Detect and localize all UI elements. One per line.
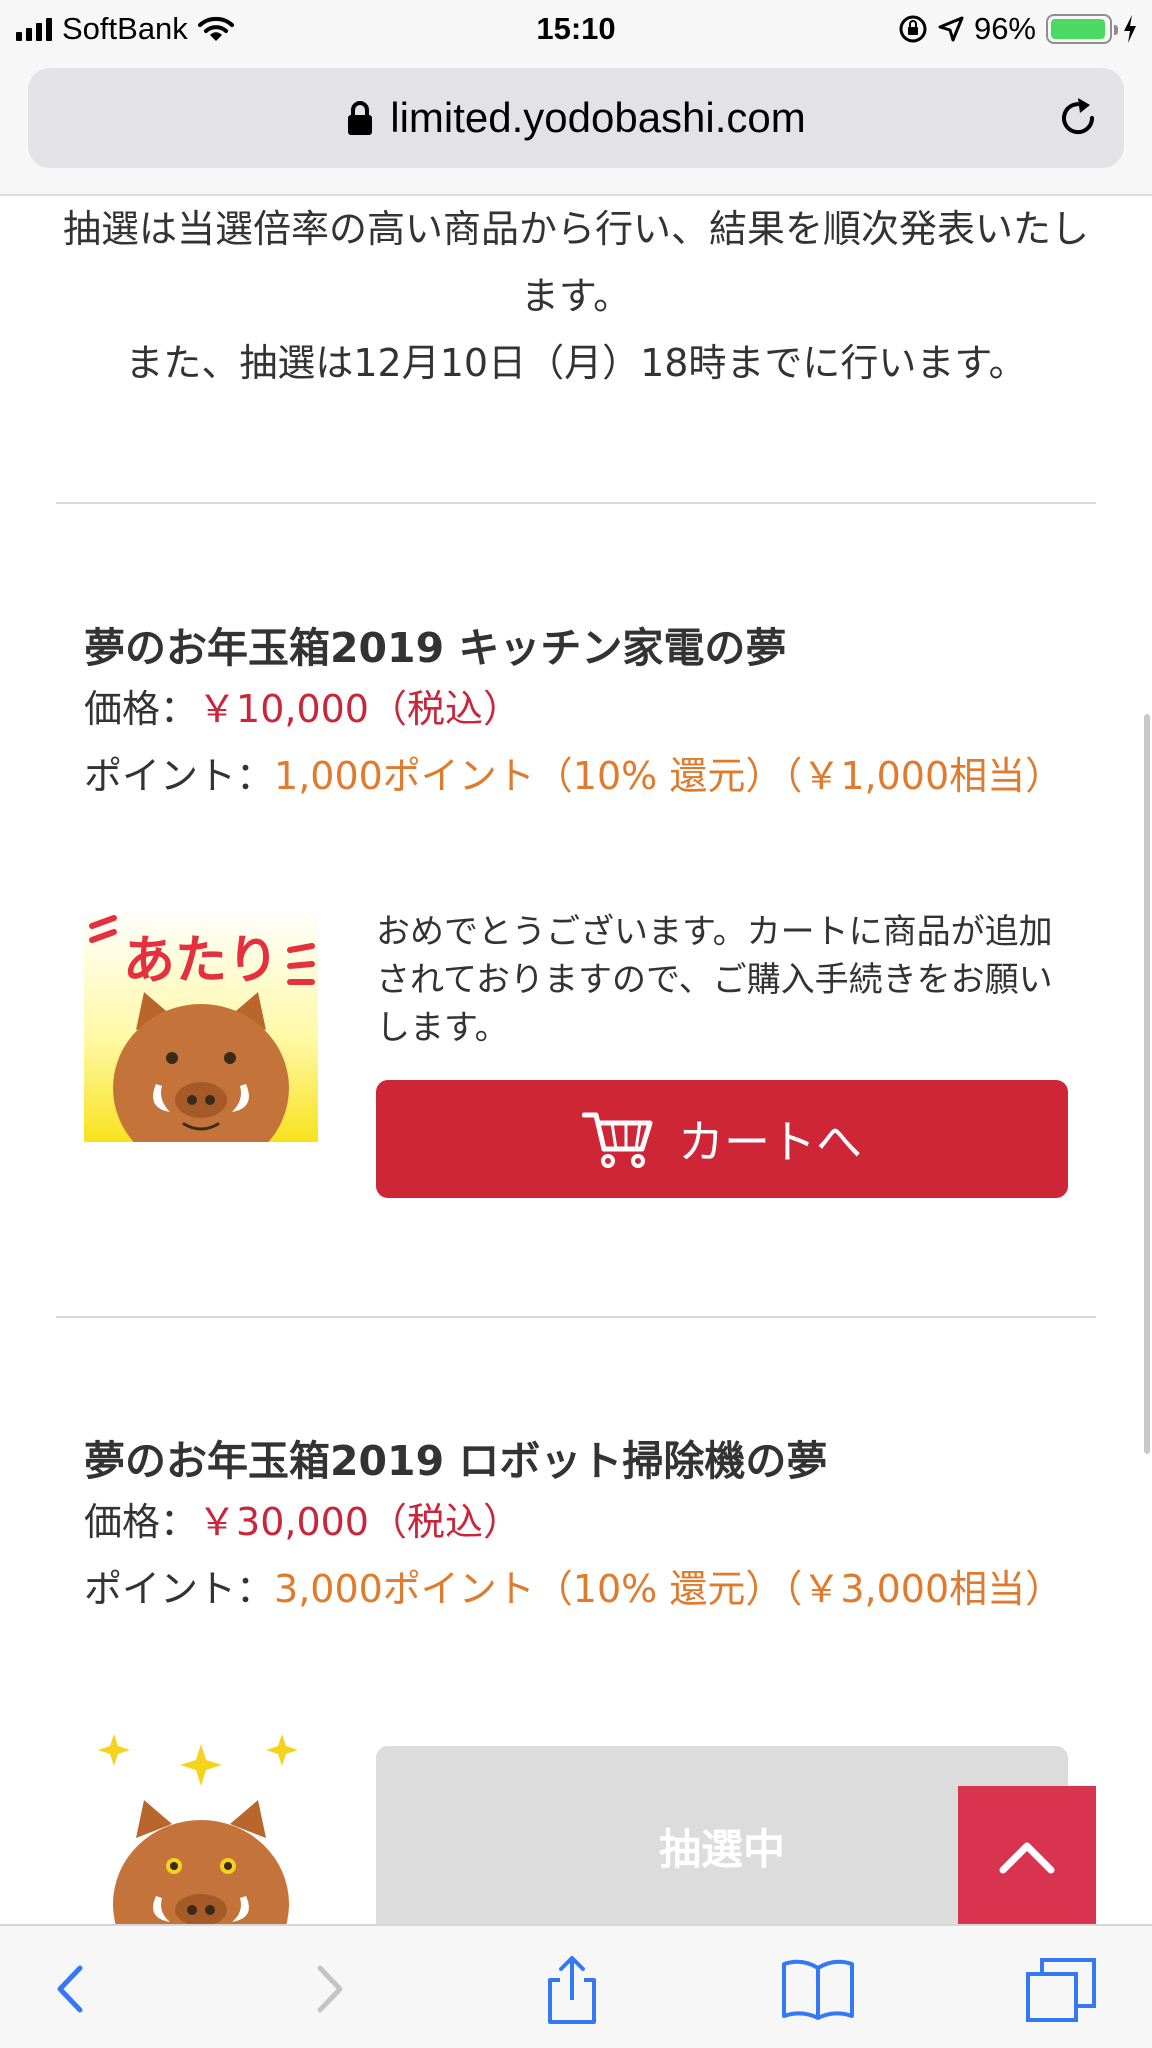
browser-toolbar xyxy=(0,1924,1152,2048)
notice-line-2: また、抽選は12月10日（月）18時までに行います。 xyxy=(125,341,1027,385)
go-to-cart-button[interactable]: カートへ xyxy=(376,1080,1068,1198)
points-label: ポイント： xyxy=(84,1567,275,1611)
product-price-line: 価格：￥10,000（税込） xyxy=(84,676,1084,743)
points-label: ポイント： xyxy=(84,754,275,798)
price-label: 価格： xyxy=(84,687,199,731)
location-arrow-icon xyxy=(938,16,964,42)
sparkle-boar-image xyxy=(98,1734,298,1924)
product-title: 夢のお年玉箱2019 キッチン家電の夢 xyxy=(84,624,787,672)
product-price: ￥10,000（税込） xyxy=(198,687,521,731)
scroll-to-top-button[interactable] xyxy=(958,1786,1096,1926)
book-icon[interactable] xyxy=(780,1954,856,2024)
share-icon[interactable] xyxy=(534,1954,610,2024)
battery-icon xyxy=(1046,14,1118,44)
divider xyxy=(56,502,1096,504)
tabs-icon[interactable] xyxy=(1024,1954,1100,2024)
browser-address-area: limited.yodobashi.com xyxy=(0,58,1152,196)
product-item: 夢のお年玉箱2019 ロボット掃除機の夢 価格：￥30,000（税込） ポイント… xyxy=(84,1433,1084,1623)
reload-icon[interactable] xyxy=(1054,94,1102,142)
product-item: 夢のお年玉箱2019 キッチン家電の夢 価格：￥10,000（税込） ポイント：… xyxy=(84,620,1084,810)
price-label: 価格： xyxy=(84,1500,199,1544)
page-scrollbar[interactable] xyxy=(1144,714,1150,1454)
product-title: 夢のお年玉箱2019 ロボット掃除機の夢 xyxy=(84,1437,828,1485)
product-price: ￥30,000（税込） xyxy=(198,1500,521,1544)
win-image-text: あたり xyxy=(123,931,279,991)
product-price-line: 価格：￥30,000（税込） xyxy=(84,1489,1084,1556)
lottery-result-pending: 抽選中 xyxy=(84,1734,1084,1924)
address-bar[interactable]: limited.yodobashi.com xyxy=(28,68,1124,168)
orientation-lock-icon xyxy=(899,15,927,43)
status-right: 96% xyxy=(898,8,1138,50)
lock-icon xyxy=(348,101,373,135)
url-text: limited.yodobashi.com xyxy=(390,94,806,141)
divider xyxy=(56,1316,1096,1318)
charging-bolt-icon xyxy=(1124,15,1136,43)
status-bar: SoftBank 15:10 96% xyxy=(0,0,1152,58)
chevron-up-icon xyxy=(999,1842,1055,1874)
winner-boar-image: あたり xyxy=(84,908,318,1142)
shopping-cart-icon xyxy=(582,1112,653,1168)
battery-percent: 96% xyxy=(973,11,1036,46)
product-points-line: ポイント：1,000ポイント（10% 還元）（￥1,000相当） xyxy=(84,743,1084,810)
battery-fill xyxy=(1051,19,1105,39)
notice-line-1: 抽選は当選倍率の高い商品から行い、結果を順次発表いたします。 xyxy=(62,207,1089,318)
lottery-result-win: あたり おめでとうございます。カートに商品が追加されておりますので、ご購入手続き… xyxy=(84,908,1084,1198)
win-message: おめでとうございます。カートに商品が追加されておりますので、ご購入手続きをお願い… xyxy=(376,912,1053,1048)
cart-button-label: カートへ xyxy=(678,1115,862,1169)
product-points: 1,000ポイント（10% 還元）（￥1,000相当） xyxy=(274,754,1064,798)
product-points-line: ポイント：3,000ポイント（10% 還元）（￥3,000相当） xyxy=(84,1556,1084,1623)
chevron-right-icon[interactable] xyxy=(290,1954,366,2024)
chevron-left-icon[interactable] xyxy=(34,1954,110,2024)
lottery-notice: 抽選は当選倍率の高い商品から行い、結果を順次発表いたします。 また、抽選は12月… xyxy=(56,196,1096,397)
product-points: 3,000ポイント（10% 還元）（￥3,000相当） xyxy=(274,1567,1064,1611)
